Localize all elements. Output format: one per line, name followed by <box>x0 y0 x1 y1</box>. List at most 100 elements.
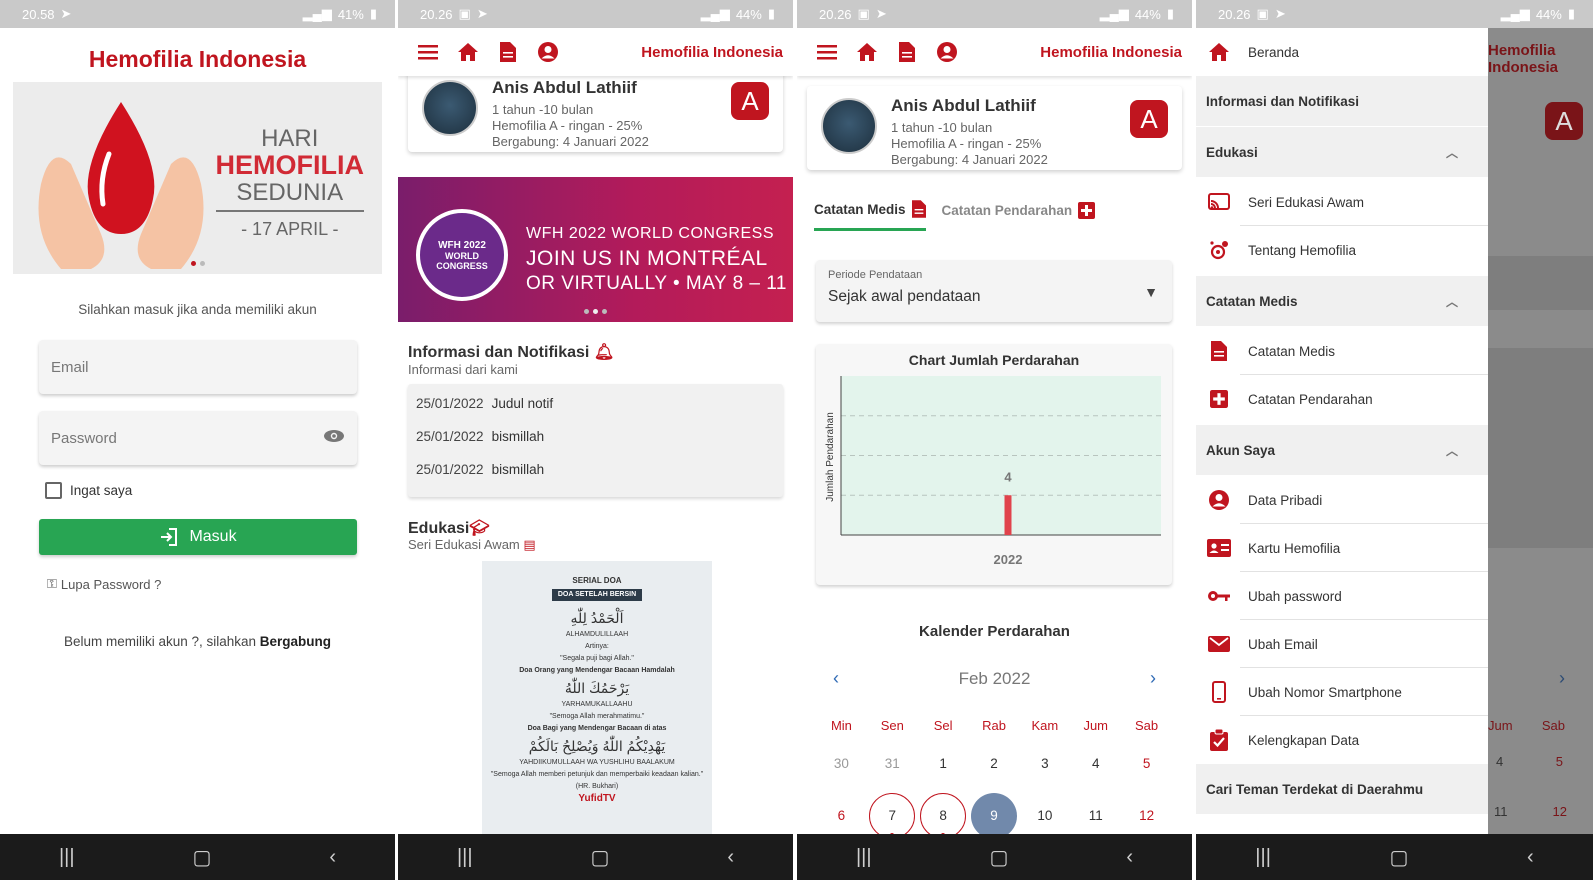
carousel-dots <box>13 261 382 266</box>
blood-drop-hands-icon <box>38 102 204 269</box>
calendar-day[interactable]: 30 <box>816 741 867 787</box>
drawer-item-seri-edukasi[interactable]: Seri Edukasi Awam <box>1196 178 1488 226</box>
home-nav-icon[interactable]: ▢ <box>591 845 610 870</box>
drawer-item-beranda[interactable]: Beranda <box>1196 28 1488 76</box>
profile-card[interactable]: Anis Abdul Lathiif 1 tahun -10 bulan Hem… <box>408 70 783 152</box>
eye-icon[interactable] <box>323 429 345 447</box>
home-nav-icon[interactable]: ▢ <box>1390 845 1409 870</box>
account-icon[interactable] <box>927 32 967 72</box>
drawer-scrim[interactable]: Hemofilia Indonesia A Jum Sab 4 5 11 12 … <box>1488 28 1593 834</box>
recents-icon[interactable]: ||| <box>59 846 75 869</box>
home-icon[interactable] <box>847 32 887 72</box>
account-icon[interactable] <box>528 32 568 72</box>
signal-icon: ▂▄▆ <box>1500 6 1530 21</box>
banner-carousel[interactable]: HARI HEMOFILIA SEDUNIA - 17 APRIL - <box>13 82 382 274</box>
banner-text: HARI HEMOFILIA SEDUNIA - 17 APRIL - <box>215 125 364 239</box>
profile-age: 1 tahun -10 bulan <box>891 120 993 135</box>
calendar-day[interactable]: 1 <box>918 741 969 787</box>
battery-icon: ▮ <box>1166 6 1174 21</box>
status-bar: 20.26 ▣ ➤ ▂▄▆ 44% ▮ <box>797 0 1192 28</box>
calendar-day-selected[interactable]: 9 <box>969 793 1020 839</box>
drawer-section-catatan-medis[interactable]: Catatan Medis ︿ <box>1196 276 1488 326</box>
password-field[interactable]: Password <box>39 411 357 465</box>
recents-icon[interactable]: ||| <box>457 846 473 869</box>
drawer-section-edukasi[interactable]: Edukasi ︿ <box>1196 127 1488 177</box>
join-link[interactable]: Bergabung <box>260 634 331 649</box>
drawer-item-tentang-hemofilia[interactable]: Tentang Hemofilia <box>1196 226 1488 274</box>
battery-icon: ▮ <box>767 6 775 21</box>
drawer-item-ubah-nomor[interactable]: Ubah Nomor Smartphone <box>1196 668 1488 716</box>
drawer-section-akun-saya[interactable]: Akun Saya ︿ <box>1196 425 1488 475</box>
recents-icon[interactable]: ||| <box>856 846 872 869</box>
calendar-day-marked[interactable]: 7 <box>867 793 918 839</box>
drawer-item-data-pribadi[interactable]: Data Pribadi <box>1196 476 1488 524</box>
menu-icon[interactable] <box>807 32 847 72</box>
hemofilia-type-badge: A <box>731 82 769 120</box>
calendar-day[interactable]: 3 <box>1019 741 1070 787</box>
back-icon[interactable]: ‹ <box>1527 846 1534 869</box>
join-text: Belum memiliki akun ?, silahkan Bergabun… <box>63 634 332 649</box>
next-month-button[interactable]: › <box>1150 668 1156 689</box>
calendar-day[interactable]: 2 <box>969 741 1020 787</box>
document-icon[interactable] <box>887 32 927 72</box>
android-nav-bar: ||| ▢ ‹ <box>398 834 793 880</box>
medical-cross-icon <box>1078 202 1096 219</box>
drawer-item-catatan-medis[interactable]: Catatan Medis <box>1196 327 1488 375</box>
calendar-day[interactable]: 5 <box>1121 741 1172 787</box>
chart-bar <box>1004 495 1012 535</box>
menu-icon[interactable] <box>408 32 448 72</box>
wfh-banner[interactable]: WFH 2022 WORLD CONGRESS WFH 2022 WORLD CON… <box>398 177 793 322</box>
drawer-item-ubah-email[interactable]: Ubah Email <box>1196 620 1488 668</box>
calendar-day[interactable]: 10 <box>1019 793 1070 839</box>
back-icon[interactable]: ‹ <box>1126 846 1133 869</box>
email-field[interactable]: Email <box>39 340 357 394</box>
app-title: Hemofilia Indonesia <box>88 46 307 72</box>
list-item[interactable]: 25/01/2022 bismillah <box>416 429 544 444</box>
smartphone-icon <box>1206 681 1232 703</box>
android-nav-bar: ||| ▢ ‹ <box>797 834 1192 880</box>
avatar <box>422 80 478 136</box>
app-title: Hemofilia Indonesia <box>641 43 783 61</box>
list-item[interactable]: 25/01/2022 Judul notif <box>416 396 553 411</box>
drawer-item-kartu-hemofilia[interactable]: Kartu Hemofilia <box>1196 524 1488 572</box>
calendar-day[interactable]: 31 <box>867 741 918 787</box>
edu-poster[interactable]: SERIAL DOA DOA SETELAH BERSIN اَلْحَمْدُ… <box>482 561 712 835</box>
list-item[interactable]: 25/01/2022 bismillah <box>416 462 544 477</box>
info-section-title: Informasi dan Notifikasi 🔔︎ <box>408 344 615 361</box>
calendar-day[interactable]: 6 <box>816 793 867 839</box>
login-button[interactable]: Masuk <box>39 519 357 555</box>
period-select[interactable]: Periode Pendataan Sejak awal pendataan ▼ <box>816 260 1172 322</box>
back-icon[interactable]: ‹ <box>329 846 336 869</box>
image-icon: ▣ <box>458 6 471 21</box>
status-bar: 20.58 ➤ ▂▄▆ 41% ▮ <box>0 0 395 28</box>
battery-icon: ▮ <box>369 6 377 21</box>
drawer-item-catatan-pendarahan[interactable]: Catatan Pendarahan <box>1196 375 1488 423</box>
tab-catatan-medis[interactable]: Catatan Medis <box>814 200 926 231</box>
drawer-item-kelengkapan-data[interactable]: Kelengkapan Data <box>1196 716 1488 764</box>
bleeding-chart: Chart Jumlah Perdarahan Jumlah Pendaraha… <box>816 344 1172 585</box>
tab-catatan-pendarahan[interactable]: Catatan Pendarahan <box>942 200 1096 231</box>
calendar-day[interactable]: 11 <box>1070 793 1121 839</box>
profile-card[interactable]: Anis Abdul Lathiif 1 tahun -10 bulan Hem… <box>807 86 1182 170</box>
battery-icon: ▮ <box>1567 6 1575 21</box>
home-nav-icon[interactable]: ▢ <box>990 845 1009 870</box>
recents-icon[interactable]: ||| <box>1255 846 1271 869</box>
battery-level: 44% <box>1134 6 1161 22</box>
drawer-section-info[interactable]: Informasi dan Notifikasi <box>1196 76 1488 126</box>
remember-me-checkbox[interactable]: Ingat saya <box>45 482 132 499</box>
calendar-day-marked[interactable]: 8 <box>918 793 969 839</box>
back-icon[interactable]: ‹ <box>727 846 734 869</box>
calendar-day[interactable]: 4 <box>1070 741 1121 787</box>
drawer-section-cari-teman[interactable]: Cari Teman Terdekat di Daerahmu <box>1196 764 1488 814</box>
status-time: 20.58 <box>22 6 55 22</box>
document-icon[interactable] <box>488 32 528 72</box>
home-nav-icon[interactable]: ▢ <box>193 845 212 870</box>
calendar-day[interactable]: 12 <box>1121 793 1172 839</box>
home-icon[interactable] <box>448 32 488 72</box>
battery-level: 44% <box>735 6 762 22</box>
checkbox-box[interactable] <box>45 482 62 499</box>
drawer-item-ubah-password[interactable]: Ubah password <box>1196 572 1488 620</box>
forgot-password-link[interactable]: ⚿ Lupa Password ? <box>47 576 161 592</box>
cast-icon <box>1206 193 1232 211</box>
chevron-up-icon: ︿ <box>1445 443 1458 458</box>
